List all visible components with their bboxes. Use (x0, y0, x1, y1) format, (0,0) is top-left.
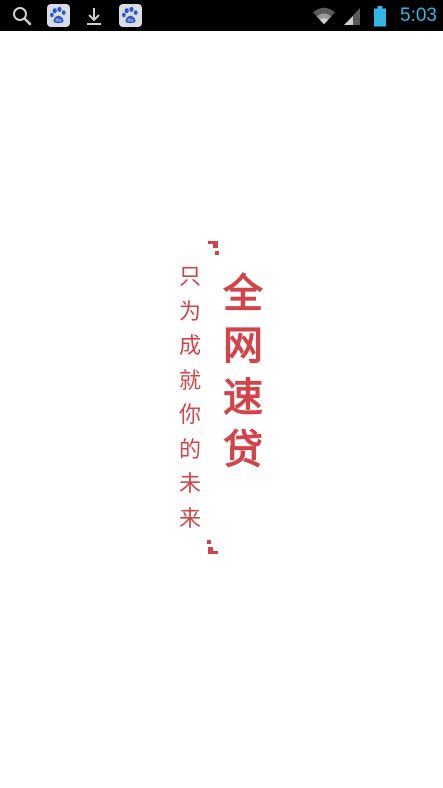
splash-screen: 只 为 成 就 你 的 未 来 全 网 速 贷 (0, 31, 443, 788)
slogan-char: 为 (178, 299, 201, 325)
system-indicators: 5:03 (312, 3, 437, 28)
signal-icon (340, 4, 364, 28)
slogan-char: 未 (178, 472, 201, 497)
baidu-paw-icon: du (46, 4, 70, 28)
download-icon (82, 4, 106, 28)
wifi-icon (312, 4, 336, 28)
slogan-char: 只 (178, 265, 201, 290)
slogan-char: 来 (178, 506, 201, 532)
closing-quote-mark (204, 538, 220, 556)
brand-char: 贷 (223, 427, 263, 473)
svg-text:du: du (127, 17, 133, 23)
brand-char: 网 (223, 323, 263, 369)
baidu-paw-icon: du (118, 4, 142, 28)
notification-icons: du du (10, 3, 154, 28)
clock: 5:03 (400, 4, 437, 26)
brand-title-vertical: 全 网 速 贷 (220, 268, 266, 476)
slogan-char: 成 (178, 334, 201, 359)
status-bar: du du 5:03 (0, 0, 443, 31)
search-icon (10, 4, 34, 28)
brand-char: 速 (223, 375, 263, 421)
battery-icon (368, 4, 392, 28)
svg-text:du: du (55, 17, 61, 23)
brand-char: 全 (223, 271, 263, 317)
slogan-vertical: 只 为 成 就 你 的 未 来 (175, 261, 205, 537)
slogan-char: 你 (178, 403, 201, 428)
opening-quote-mark (206, 239, 222, 257)
slogan-char: 的 (178, 437, 201, 463)
slogan-char: 就 (178, 368, 201, 394)
